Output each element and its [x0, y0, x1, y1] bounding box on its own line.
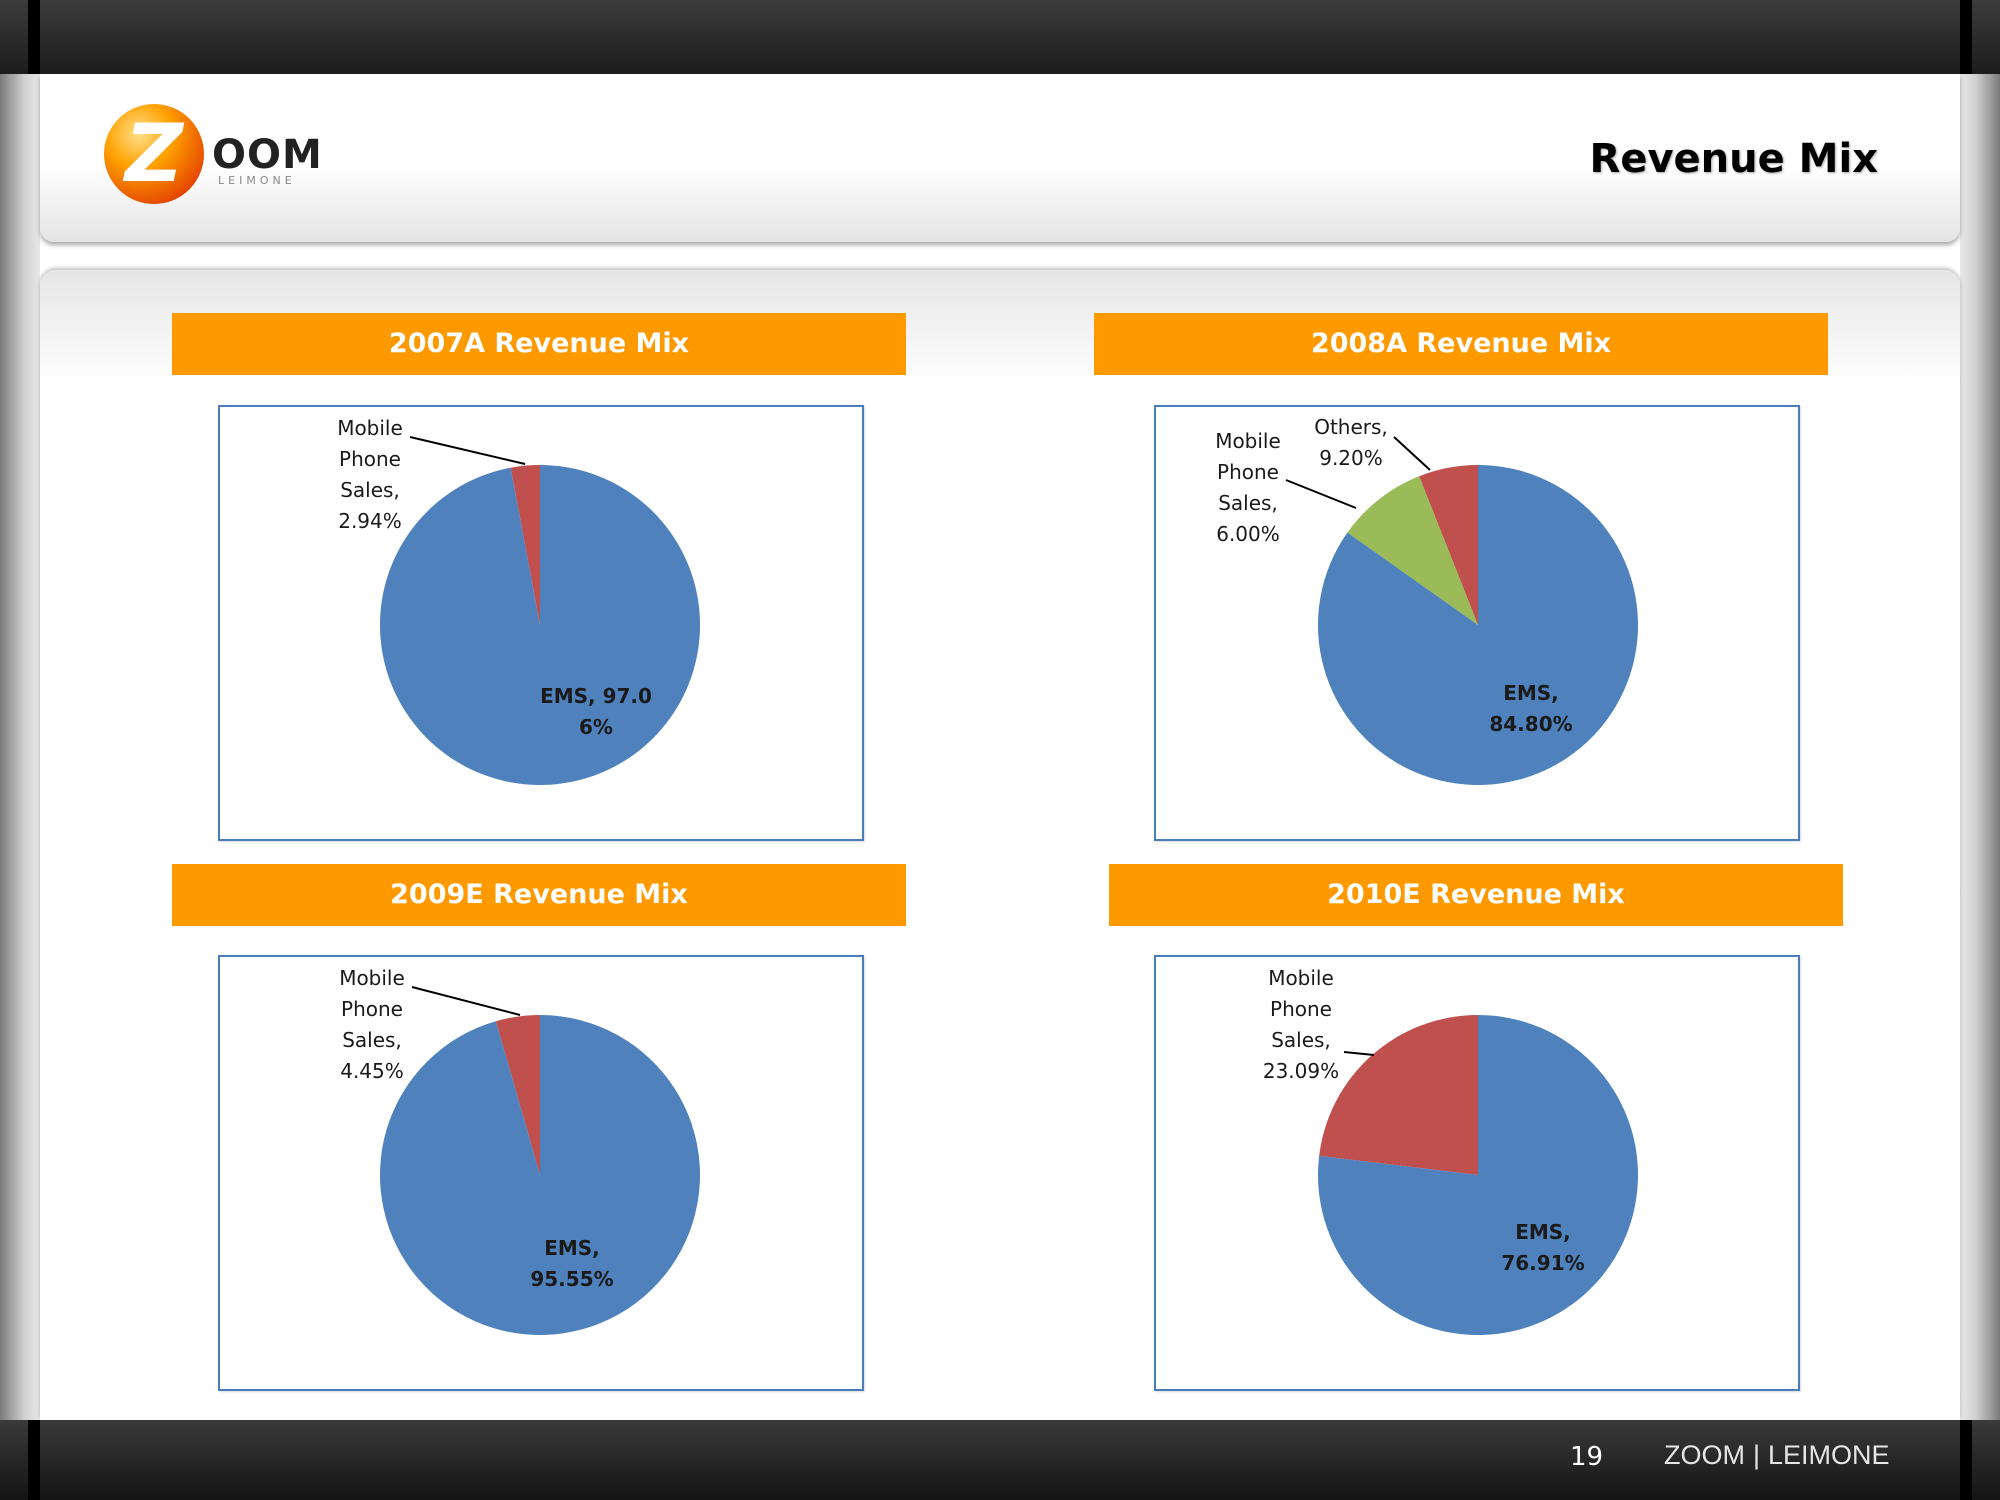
- data-label-line: Sales,: [340, 478, 400, 502]
- logo-subtext: LEIMONE: [218, 174, 296, 187]
- data-label-mobile-phone-sales: Mobile Phone Sales, 23.09%: [1263, 966, 1339, 1083]
- logo-text: OOM: [212, 132, 323, 178]
- pie-chart-svg-2007: EMS, 97.0 6% Mobile Phone Sales, 2.94%: [337, 416, 701, 785]
- data-label-line: EMS,: [1515, 1220, 1571, 1244]
- data-label-mobile-phone-sales: Mobile Phone Sales, 6.00%: [1215, 429, 1281, 546]
- footer-brand-left: ZOOM: [1664, 1440, 1745, 1470]
- data-label-line: 76.91%: [1501, 1251, 1584, 1275]
- leader-line-mobile-phone-sales: [409, 436, 526, 465]
- pie-slice-mobile-phone-sales: [1319, 1015, 1478, 1175]
- leader-line-others: [1393, 436, 1431, 471]
- data-label-line: Phone: [1217, 460, 1279, 484]
- data-label-line: Mobile: [1268, 966, 1334, 990]
- data-label-line: Others,: [1314, 415, 1388, 439]
- data-label-mobile-phone-sales: Mobile Phone Sales, 2.94%: [337, 416, 403, 533]
- data-label-line: 95.55%: [530, 1267, 613, 1291]
- pie-chart-2007: EMS, 97.0 6% Mobile Phone Sales, 2.94%: [218, 405, 864, 841]
- data-label-line: Phone: [339, 447, 401, 471]
- right-edge-decoration: [1960, 0, 2000, 1500]
- data-label-line: 2.94%: [338, 509, 402, 533]
- pie-chart-svg-2009: EMS, 95.55% Mobile Phone Sales, 4.45%: [339, 966, 701, 1335]
- chart-title-banner-2007: 2007A Revenue Mix: [172, 313, 906, 375]
- page-number: 19: [1570, 1442, 1604, 1472]
- data-label-line: Sales,: [1218, 491, 1278, 515]
- footer-brand: ZOOM | LEIMONE: [1664, 1440, 1890, 1471]
- data-label-line: 4.45%: [340, 1059, 404, 1083]
- data-label-line: Sales,: [1271, 1028, 1331, 1052]
- data-label-line: 6.00%: [1216, 522, 1280, 546]
- pie-slice-ems: [379, 465, 701, 785]
- data-label-line: 6%: [579, 715, 613, 739]
- data-label-line: Phone: [1270, 997, 1332, 1021]
- data-label-mobile-phone-sales: Mobile Phone Sales, 4.45%: [339, 966, 405, 1083]
- pie-chart-2009: EMS, 95.55% Mobile Phone Sales, 4.45%: [218, 955, 864, 1391]
- data-label-line: Mobile: [1215, 429, 1281, 453]
- pie-chart-svg-2008: EMS, 84.80% Mobile Phone Sales, 6.00% Others, 9…: [1215, 415, 1638, 785]
- top-bar: [0, 0, 2000, 74]
- data-label-others: Others, 9.20%: [1314, 415, 1388, 470]
- data-label-line: Phone: [341, 997, 403, 1021]
- left-edge-decoration: [0, 0, 40, 1500]
- leader-line-mobile-phone-sales: [1285, 479, 1357, 509]
- slide-title: Revenue Mix: [1589, 136, 1878, 182]
- leader-line-mobile-phone-sales: [1343, 1051, 1375, 1056]
- data-label-line: EMS,: [544, 1236, 600, 1260]
- data-label-line: 84.80%: [1489, 712, 1572, 736]
- logo-letter: Z: [124, 107, 183, 200]
- data-label-line: Sales,: [342, 1028, 402, 1052]
- pie-chart-2010: EMS, 76.91% Mobile Phone Sales, 23.09%: [1154, 955, 1800, 1391]
- data-label-line: Mobile: [339, 966, 405, 990]
- slide: Z OOM LEIMONE Revenue Mix 2007A Revenue …: [0, 0, 2000, 1500]
- leader-line-mobile-phone-sales: [411, 986, 521, 1016]
- pie-chart-2008: EMS, 84.80% Mobile Phone Sales, 6.00% Others, 9…: [1154, 405, 1800, 841]
- footer-brand-separator: |: [1753, 1440, 1761, 1470]
- chart-title-banner-2008: 2008A Revenue Mix: [1094, 313, 1828, 375]
- data-label-line: 9.20%: [1319, 446, 1383, 470]
- chart-title-banner-2010: 2010E Revenue Mix: [1109, 864, 1843, 926]
- data-label-line: EMS, 97.0: [540, 684, 652, 708]
- data-label-line: Mobile: [337, 416, 403, 440]
- data-label-line: 23.09%: [1263, 1059, 1339, 1083]
- data-label-line: EMS,: [1503, 681, 1559, 705]
- chart-title-banner-2009: 2009E Revenue Mix: [172, 864, 906, 926]
- footer-brand-right: LEIMONE: [1768, 1440, 1890, 1470]
- pie-chart-svg-2010: EMS, 76.91% Mobile Phone Sales, 23.09%: [1263, 966, 1638, 1335]
- zoom-logo: Z OOM LEIMONE: [100, 100, 330, 210]
